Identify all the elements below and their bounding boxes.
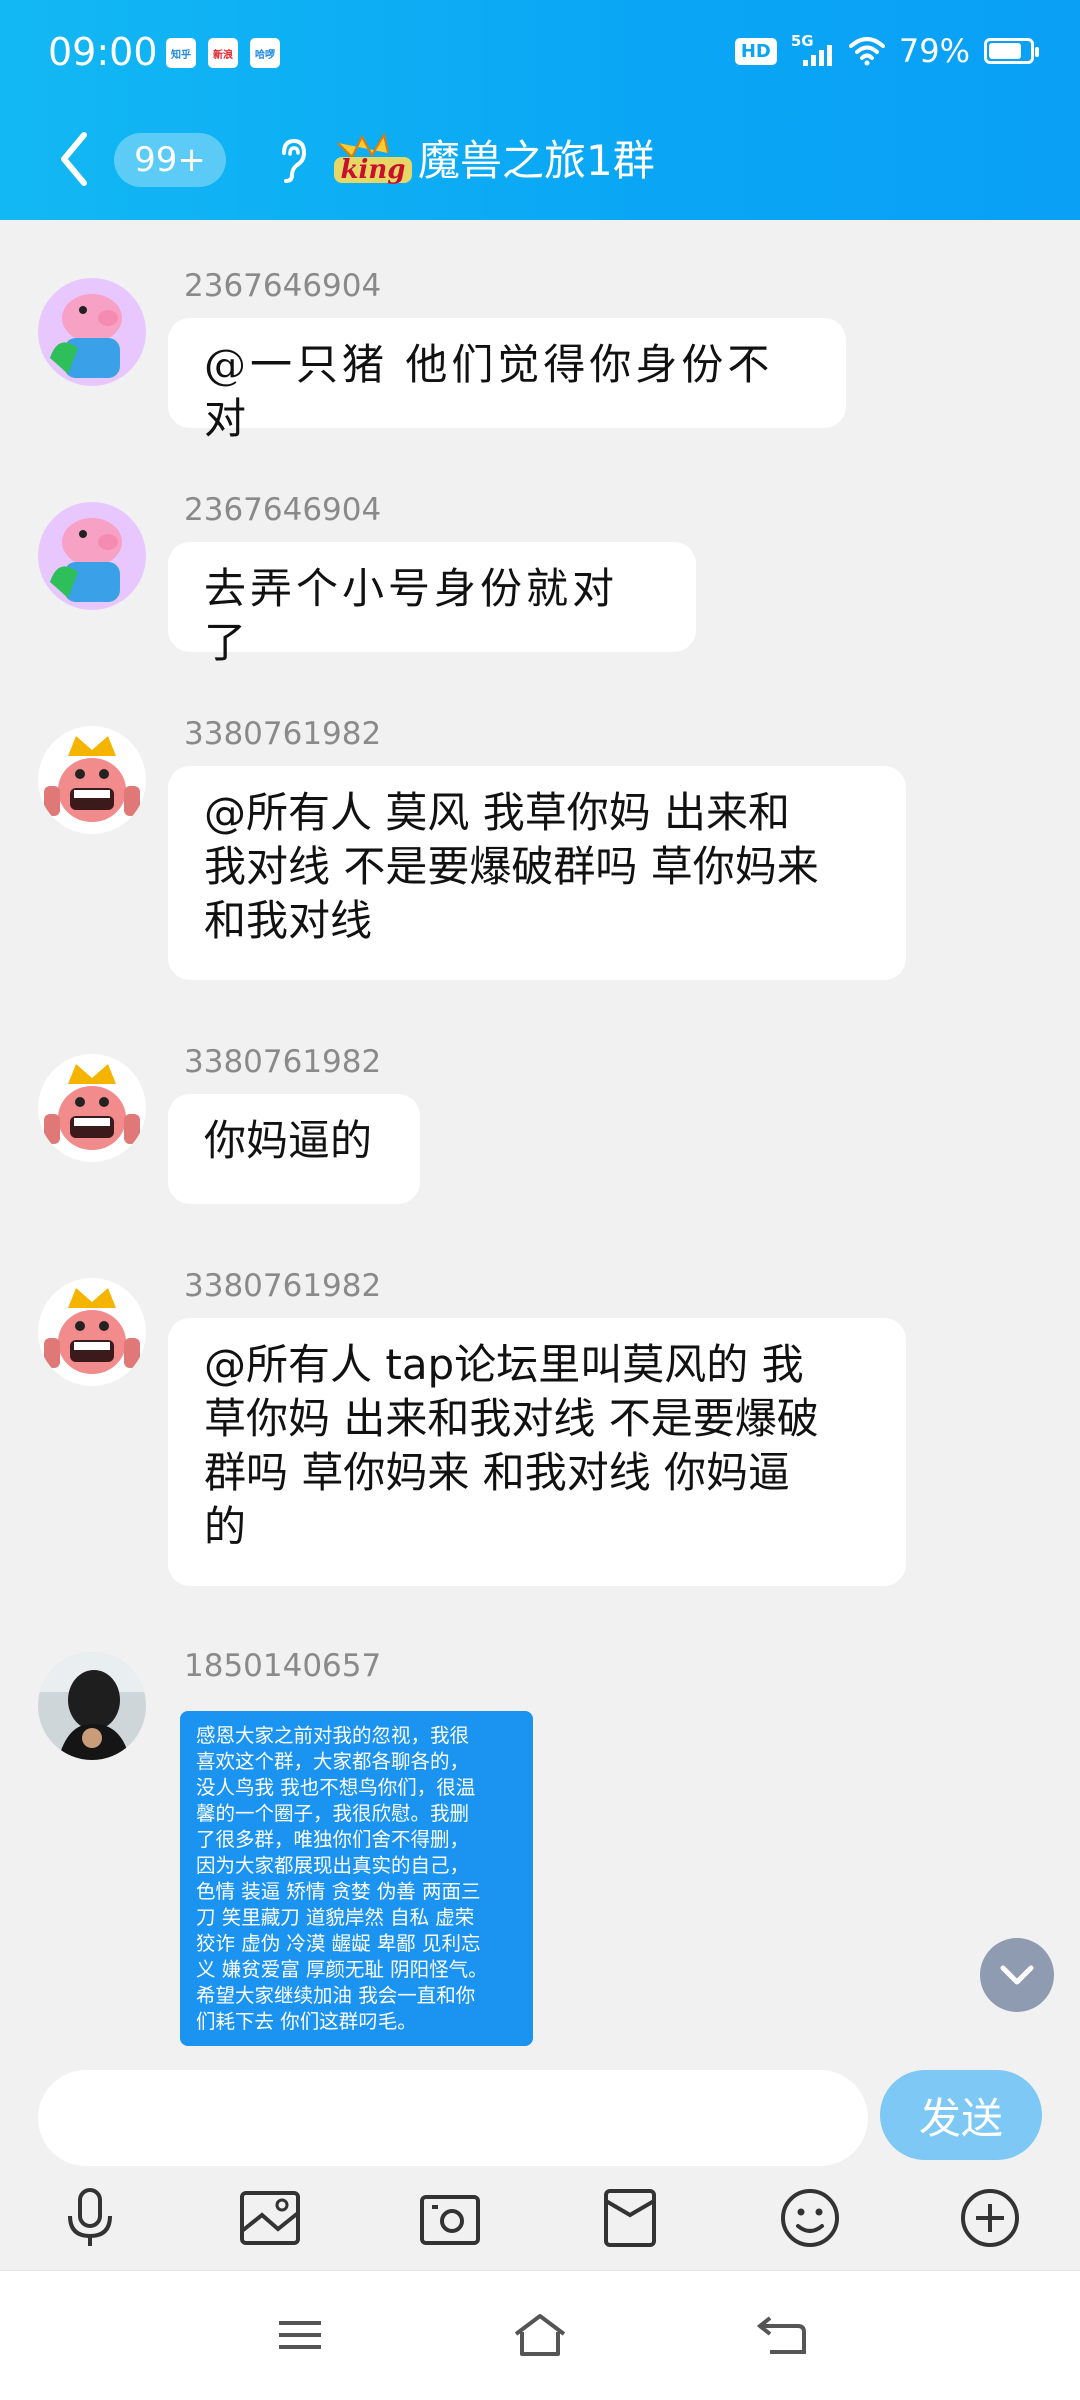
message-input[interactable] (38, 2070, 868, 2166)
status-bar: 09:00 知乎 新浪 哈啰 HD 5G 79% (0, 0, 1080, 105)
home-icon[interactable] (508, 2307, 572, 2363)
back-icon[interactable] (750, 2307, 814, 2363)
sender-id: 3380761982 (184, 1268, 382, 1304)
image-text-line: 义 嫌贫爱富 厚颜无耻 阴阳怪气。 (196, 1958, 488, 1981)
microphone-icon[interactable] (54, 2182, 126, 2254)
image-text-line: 狡诈 虚伪 冷漠 龌龊 卑鄙 见利忘 (196, 1932, 481, 1955)
input-toolbar (0, 2182, 1080, 2262)
chevron-down-icon (1000, 1965, 1034, 1985)
unread-count-badge[interactable]: 99+ (114, 133, 226, 187)
message-line: 群吗 草你妈来 和我对线 你妈逼 (204, 1448, 791, 1497)
image-icon[interactable] (234, 2182, 306, 2254)
image-message[interactable]: 感恩大家之前对我的忽视，我很 喜欢这个群，大家都各聊各的， 没人鸟我 我也不想鸟… (180, 1711, 533, 2046)
group-title[interactable]: 魔兽之旅1群 (418, 127, 655, 188)
message-line: @所有人 tap论坛里叫莫风的 我 (204, 1340, 804, 1389)
sina-app-icon: 新浪 (208, 38, 238, 68)
status-time: 09:00 (48, 30, 158, 74)
battery-icon (984, 38, 1039, 64)
message-line: @所有人 莫风 我草你妈 出来和 (204, 788, 791, 837)
message-line: 草你妈 出来和我对线 不是要爆破 (204, 1394, 819, 1443)
notification-icons: 知乎 新浪 哈啰 (166, 38, 280, 68)
message-line: 和我对线 (204, 896, 373, 945)
image-text-line: 感恩大家之前对我的忽视，我很 (196, 1724, 470, 1747)
message-bubble[interactable]: 你妈逼的 (168, 1094, 420, 1204)
avatar-king[interactable] (38, 1054, 146, 1162)
system-navigation-bar (0, 2270, 1080, 2400)
battery-percent: 79% (898, 32, 970, 70)
king-level-icon: king (334, 132, 412, 185)
message-bubble[interactable]: @所有人 莫风 我草你妈 出来和 我对线 不是要爆破群吗 草你妈来 和我对线 (168, 766, 906, 980)
camera-icon[interactable] (414, 2182, 486, 2254)
image-text-line: 了很多群，唯独你们舍不得删， (196, 1828, 470, 1851)
image-text-line: 馨的一个圈子，我很欣慰。我删 (196, 1802, 470, 1825)
send-button[interactable]: 发送 (880, 2070, 1042, 2160)
header: 09:00 知乎 新浪 哈啰 HD 5G 79% 99+ king 魔兽之旅1群 (0, 0, 1080, 220)
avatar-king[interactable] (38, 1278, 146, 1386)
hello-app-icon: 哈啰 (250, 38, 280, 68)
emoji-icon[interactable] (774, 2182, 846, 2254)
plus-icon[interactable] (954, 2182, 1026, 2254)
zhihu-app-icon: 知乎 (166, 38, 196, 68)
image-text-line: 色情 装逼 矫情 贪婪 伪善 两面三 (196, 1880, 481, 1903)
status-indicators: HD 5G 79% (734, 32, 1039, 70)
image-text-line: 刀 笑里藏刀 道貌岸然 自私 虚荣 (196, 1906, 475, 1929)
image-text-line: 没人鸟我 我也不想鸟你们，很温 (196, 1776, 476, 1799)
signal-icon: 5G (791, 32, 835, 68)
king-text: king (341, 155, 406, 185)
chat-message-list[interactable]: 2367646904 @一只猪 他们觉得你身份不对 2367646904 去弄个… (0, 220, 1080, 2046)
menu-icon[interactable] (268, 2307, 332, 2363)
image-text-line: 因为大家都展现出真实的自己， (196, 1854, 470, 1877)
sender-id: 3380761982 (184, 716, 382, 752)
image-text-line: 希望大家继续加油 我会一直和你 (196, 1984, 476, 2007)
message-bubble[interactable]: @一只猪 他们觉得你身份不对 (168, 318, 846, 443)
avatar-king[interactable] (38, 726, 146, 834)
hd-icon: HD (734, 37, 777, 65)
wifi-icon (848, 37, 885, 66)
sender-id: 2367646904 (184, 492, 382, 528)
avatar-person[interactable] (38, 1652, 146, 1760)
earpiece-mode-icon[interactable] (272, 135, 312, 185)
image-text-line: 们耗下去 你们这群叼毛。 (196, 2010, 417, 2033)
avatar-pig[interactable] (38, 502, 146, 610)
message-line: 我对线 不是要爆破群吗 草你妈来 (204, 842, 819, 891)
message-bubble[interactable]: @所有人 tap论坛里叫莫风的 我 草你妈 出来和我对线 不是要爆破 群吗 草你… (168, 1318, 906, 1586)
message-line: 的 (204, 1502, 247, 1551)
scroll-to-bottom-button[interactable] (980, 1938, 1054, 2012)
sender-id: 3380761982 (184, 1044, 382, 1080)
image-text-line: 喜欢这个群，大家都各聊各的， (196, 1750, 470, 1773)
back-arrow-icon[interactable] (54, 127, 94, 191)
title-bar: 99+ king 魔兽之旅1群 (0, 105, 1080, 220)
message-bubble[interactable]: 去弄个小号身份就对了 (168, 542, 696, 667)
avatar-pig[interactable] (38, 278, 146, 386)
sender-id: 1850140657 (184, 1648, 382, 1684)
red-packet-icon[interactable] (594, 2182, 666, 2254)
sender-id: 2367646904 (184, 268, 382, 304)
input-area: 发送 (0, 2046, 1080, 2270)
